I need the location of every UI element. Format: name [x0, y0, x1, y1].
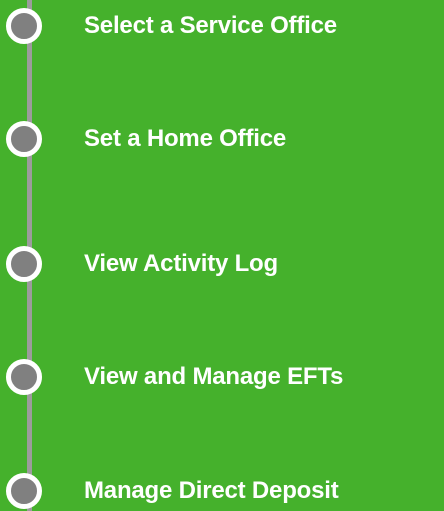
step-set-home-office[interactable]: Set a Home Office [0, 117, 444, 161]
step-view-activity-log[interactable]: View Activity Log [0, 242, 444, 286]
step-label[interactable]: Manage Direct Deposit [84, 476, 339, 506]
step-label[interactable]: Set a Home Office [84, 124, 286, 154]
step-view-manage-efts[interactable]: View and Manage EFTs [0, 355, 444, 399]
step-label[interactable]: Select a Service Office [84, 11, 337, 41]
step-circle-icon [6, 359, 42, 395]
step-circle-icon [6, 8, 42, 44]
step-menu: Select a Service Office Set a Home Offic… [0, 0, 444, 511]
step-label[interactable]: View and Manage EFTs [84, 362, 343, 392]
step-manage-direct-deposit[interactable]: Manage Direct Deposit [0, 469, 444, 511]
step-circle-icon [6, 246, 42, 282]
step-circle-icon [6, 473, 42, 509]
step-select-service-office[interactable]: Select a Service Office [0, 4, 444, 48]
step-circle-icon [6, 121, 42, 157]
step-label[interactable]: View Activity Log [84, 249, 278, 279]
